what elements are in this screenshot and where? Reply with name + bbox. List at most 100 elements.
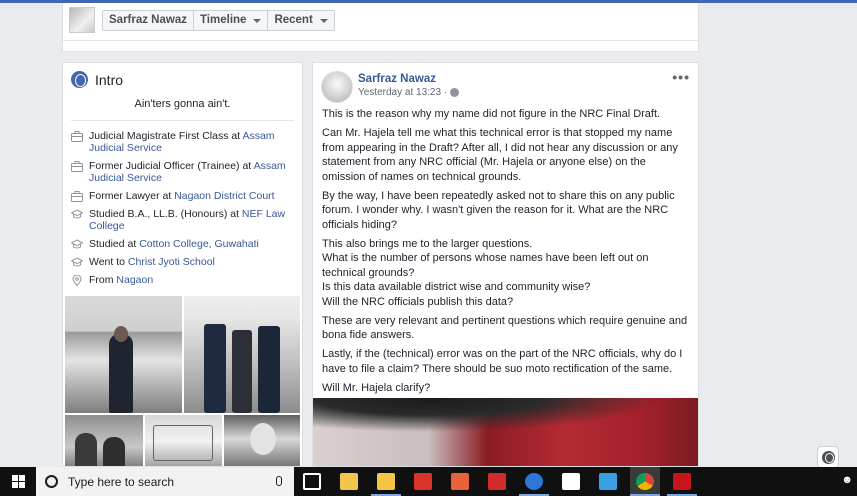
intro-header: Intro: [71, 71, 123, 88]
intro-item-link[interactable]: Nagaon District Court: [174, 190, 274, 202]
language-globe-button[interactable]: [817, 446, 839, 468]
post-line: Is this data available district wise and…: [322, 281, 591, 293]
person-figure: [109, 334, 133, 413]
post-paragraph: This is the reason why my name did not f…: [322, 107, 692, 122]
task-view-icon[interactable]: [303, 473, 321, 490]
intro-item: Former Lawyer at Nagaon District Court: [71, 190, 295, 202]
search-placeholder: Type here to search: [68, 474, 175, 489]
photo-grid: [65, 296, 302, 466]
photo-thumbnail[interactable]: [184, 296, 300, 413]
intro-item-label: Studied at: [89, 238, 140, 250]
post-line: These are very relevant and pertinent qu…: [322, 314, 688, 342]
profile-name-label: Sarfraz Nawaz: [109, 14, 187, 26]
photo-thumbnail[interactable]: [145, 415, 222, 466]
chrome-icon[interactable]: [636, 473, 654, 490]
intro-item: Studied B.A., LL.B. (Honours) at NEF Law…: [70, 208, 295, 232]
post-meta: Yesterday at 13:23 ·: [358, 87, 460, 98]
intro-item-label: Studied B.A., LL.B. (Honours) at: [89, 208, 242, 220]
person-figure: [258, 326, 280, 413]
recent-dropdown[interactable]: Recent: [268, 11, 333, 30]
post-line: Will Mr. Hajela clarify?: [322, 381, 431, 394]
intro-item: From Nagaon: [71, 274, 295, 287]
location-pin-icon: [71, 274, 83, 287]
image-shadow: [313, 398, 698, 438]
post-line: This is the reason why my name did not f…: [322, 108, 661, 120]
intro-item: Studied at Cotton College, Guwahati: [70, 238, 295, 250]
intro-item-text: Former Judicial Officer (Trainee) at Ass…: [89, 160, 295, 184]
person-figure: [103, 437, 125, 466]
post-paragraph: Can Mr. Hajela tell me what this technic…: [322, 126, 692, 184]
more-options-button[interactable]: •••: [672, 69, 690, 85]
profile-nav-segments: Sarfraz Nawaz Timeline Recent: [102, 10, 335, 31]
briefcase-icon: [71, 161, 83, 172]
start-button[interactable]: [0, 467, 36, 496]
photo-thumbnail[interactable]: [224, 415, 300, 466]
taskbar-search-box[interactable]: Type here to search: [36, 467, 294, 496]
system-tray-people-icon[interactable]: ☻: [841, 474, 853, 486]
graduation-cap-icon: [70, 257, 84, 268]
chevron-down-icon: [319, 18, 328, 23]
separator-dot: ·: [444, 87, 448, 98]
photo-thumbnail[interactable]: [65, 296, 182, 413]
profile-nav-bar: Sarfraz Nawaz Timeline Recent: [62, 3, 699, 52]
intro-item-text: From Nagaon: [89, 274, 153, 286]
post-body: This is the reason why my name did not f…: [322, 107, 692, 400]
post-line: What is the number of persons whose name…: [322, 252, 649, 279]
intro-item-text: Studied B.A., LL.B. (Honours) at NEF Law…: [89, 208, 295, 232]
red-app-icon[interactable]: [414, 473, 432, 490]
post-paragraph: These are very relevant and pertinent qu…: [322, 314, 692, 343]
photo-thumbnail[interactable]: [65, 415, 143, 466]
intro-item-link[interactable]: Cotton College, Guwahati: [139, 238, 259, 250]
chevron-down-icon: [253, 18, 262, 23]
intro-item-link[interactable]: Nagaon: [116, 274, 153, 286]
windows-taskbar: Type here to search ☻: [0, 467, 857, 496]
post-line: By the way, I have been repeatedly asked…: [322, 189, 675, 231]
avatar[interactable]: [321, 71, 353, 103]
intro-item: Went to Christ Jyoti School: [70, 256, 295, 268]
intro-item: Former Judicial Officer (Trainee) at Ass…: [71, 160, 295, 184]
profile-thumbnail[interactable]: [69, 7, 95, 33]
graduation-cap-icon: [70, 209, 84, 220]
globe-icon[interactable]: [450, 88, 460, 97]
mail-icon[interactable]: [562, 473, 580, 490]
timeline-label: Timeline: [199, 14, 247, 26]
red-cube-app-icon[interactable]: [488, 473, 506, 490]
post-line: Lastly, if the (technical) error was on …: [322, 348, 683, 375]
file-explorer-icon[interactable]: [377, 473, 395, 490]
post-paragraph: This also brings me to the larger questi…: [322, 237, 692, 310]
briefcase-icon: [71, 191, 83, 202]
person-figure: [75, 433, 97, 466]
intro-item-text: Went to Christ Jyoti School: [89, 256, 215, 268]
photo-frame: [153, 425, 213, 461]
intro-item-label: Former Lawyer at: [89, 190, 175, 202]
intro-item-text: Judicial Magistrate First Class at Assam…: [89, 130, 295, 154]
intro-item-text: Former Lawyer at Nagaon District Court: [89, 190, 275, 202]
intro-list: Judicial Magistrate First Class at Assam…: [70, 130, 295, 292]
globe-icon: [71, 71, 88, 88]
person-figure: [232, 330, 252, 413]
acrobat-icon[interactable]: [673, 473, 691, 490]
microphone-icon[interactable]: [276, 476, 282, 486]
graduation-cap-icon: [70, 239, 84, 250]
divider: [71, 120, 294, 121]
post-paragraph: Will Mr. Hajela clarify?: [322, 381, 692, 396]
post-image[interactable]: [313, 398, 698, 466]
windows-logo-icon: [11, 475, 25, 488]
store-icon[interactable]: [340, 473, 358, 490]
blue-app-icon[interactable]: [599, 473, 617, 490]
bio-text: Ain'ters gonna ain't.: [134, 98, 231, 110]
orange-app-icon[interactable]: [451, 473, 469, 490]
post-paragraph: Lastly, if the (technical) error was on …: [322, 347, 692, 376]
intro-item-label: Went to: [89, 256, 128, 268]
intro-item: Judicial Magistrate First Class at Assam…: [71, 130, 295, 154]
recent-label: Recent: [274, 14, 313, 26]
intro-item-link[interactable]: Christ Jyoti School: [128, 256, 215, 268]
post-line: Will the NRC officials publish this data…: [322, 295, 514, 308]
timeline-dropdown[interactable]: Timeline: [194, 11, 269, 30]
profile-name-button[interactable]: Sarfraz Nawaz: [103, 11, 194, 30]
globe-icon: [821, 450, 835, 464]
post-timestamp[interactable]: Yesterday at 13:23: [358, 87, 441, 98]
post-paragraph: By the way, I have been repeatedly asked…: [322, 189, 692, 233]
edge-icon[interactable]: [525, 473, 543, 490]
post-author-link[interactable]: Sarfraz Nawaz: [358, 73, 436, 85]
